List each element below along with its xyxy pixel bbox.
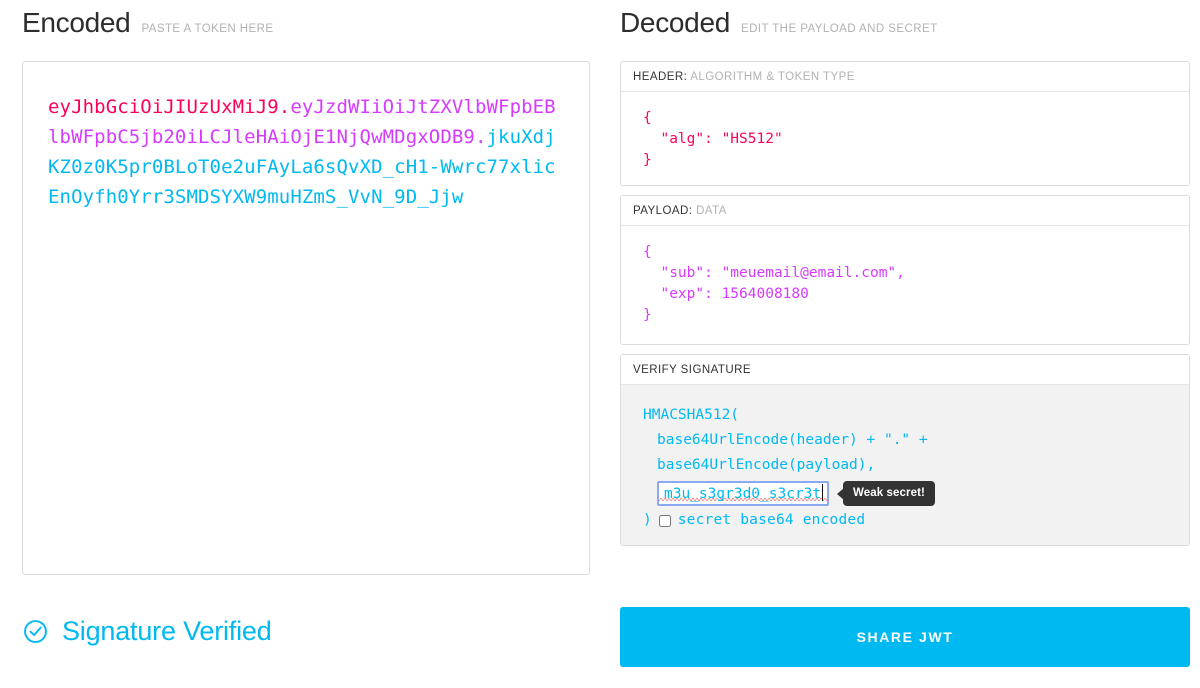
decoded-header-label-muted: ALGORITHM & TOKEN TYPE	[690, 71, 855, 83]
secret-row: Weak secret!	[657, 481, 1167, 506]
decoded-payload-editor[interactable]: { "sub": "meuemail@email.com", "exp": 15…	[621, 226, 1189, 344]
token-header-segment: eyJhbGciOiJIUzUxMiJ9	[48, 96, 279, 118]
decoded-payload-label: PAYLOAD: DATA	[621, 196, 1189, 226]
encoded-token-panel[interactable]: eyJhbGciOiJIUzUxMiJ9.eyJzdWIiOiJtZXVlbWF…	[22, 61, 590, 575]
decoded-header-label: HEADER: ALGORITHM & TOKEN TYPE	[621, 62, 1189, 92]
secret-input-wrapper	[657, 481, 829, 506]
jwt-debugger-page: Encoded PASTE A TOKEN HERE eyJhbGciOiJIU…	[0, 0, 1200, 688]
verify-signature-label: VERIFY SIGNATURE	[621, 355, 1189, 385]
verify-signature-body: HMACSHA512( base64UrlEncode(header) + ".…	[621, 385, 1189, 545]
decoded-heading: Decoded EDIT THE PAYLOAD AND SECRET	[620, 6, 938, 40]
decoded-payload-label-muted: DATA	[696, 205, 727, 217]
decoded-payload-section: PAYLOAD: DATA { "sub": "meuemail@email.c…	[620, 195, 1190, 345]
secret-base64-label[interactable]: secret base64 encoded	[678, 510, 866, 531]
signature-formula-line-3: base64UrlEncode(payload),	[657, 457, 876, 473]
decoded-payload-label-strong: PAYLOAD:	[633, 205, 693, 217]
verify-signature-section: VERIFY SIGNATURE HMACSHA512( base64UrlEn…	[620, 354, 1190, 546]
signature-formula-line-1: HMACSHA512(	[643, 407, 740, 423]
secret-input[interactable]	[657, 481, 829, 506]
decoded-header-editor[interactable]: { "alg": "HS512" }	[621, 92, 1189, 185]
share-jwt-button[interactable]: SHARE JWT	[620, 607, 1190, 667]
signature-formula-line-2: base64UrlEncode(header) + "." +	[657, 432, 928, 448]
signature-verified-label: Signature Verified	[62, 616, 272, 646]
decoded-title: Decoded	[620, 7, 730, 38]
token-separator-2: .	[474, 126, 487, 148]
secret-base64-checkbox[interactable]	[658, 514, 671, 527]
encoded-subtitle: PASTE A TOKEN HERE	[141, 23, 274, 35]
closing-paren: )	[643, 512, 652, 528]
weak-secret-tooltip: Weak secret!	[843, 481, 935, 506]
check-circle-icon	[22, 618, 49, 645]
encoded-title: Encoded	[22, 7, 131, 38]
token-separator-1: .	[278, 96, 291, 118]
encoded-heading: Encoded PASTE A TOKEN HERE	[22, 6, 274, 40]
encoded-token-textarea[interactable]: eyJhbGciOiJIUzUxMiJ9.eyJzdWIiOiJtZXVlbWF…	[23, 62, 589, 232]
decoded-header-section: HEADER: ALGORITHM & TOKEN TYPE { "alg": …	[620, 61, 1190, 186]
secret-options-row: ) secret base64 encoded	[643, 510, 1167, 531]
signature-verified-status: Signature Verified	[22, 615, 272, 647]
text-caret	[822, 484, 823, 501]
decoded-header-label-strong: HEADER:	[633, 71, 688, 83]
decoded-subtitle: EDIT THE PAYLOAD AND SECRET	[740, 23, 938, 35]
decoded-panel: HEADER: ALGORITHM & TOKEN TYPE { "alg": …	[620, 61, 1190, 555]
verify-signature-label-strong: VERIFY SIGNATURE	[633, 364, 751, 376]
